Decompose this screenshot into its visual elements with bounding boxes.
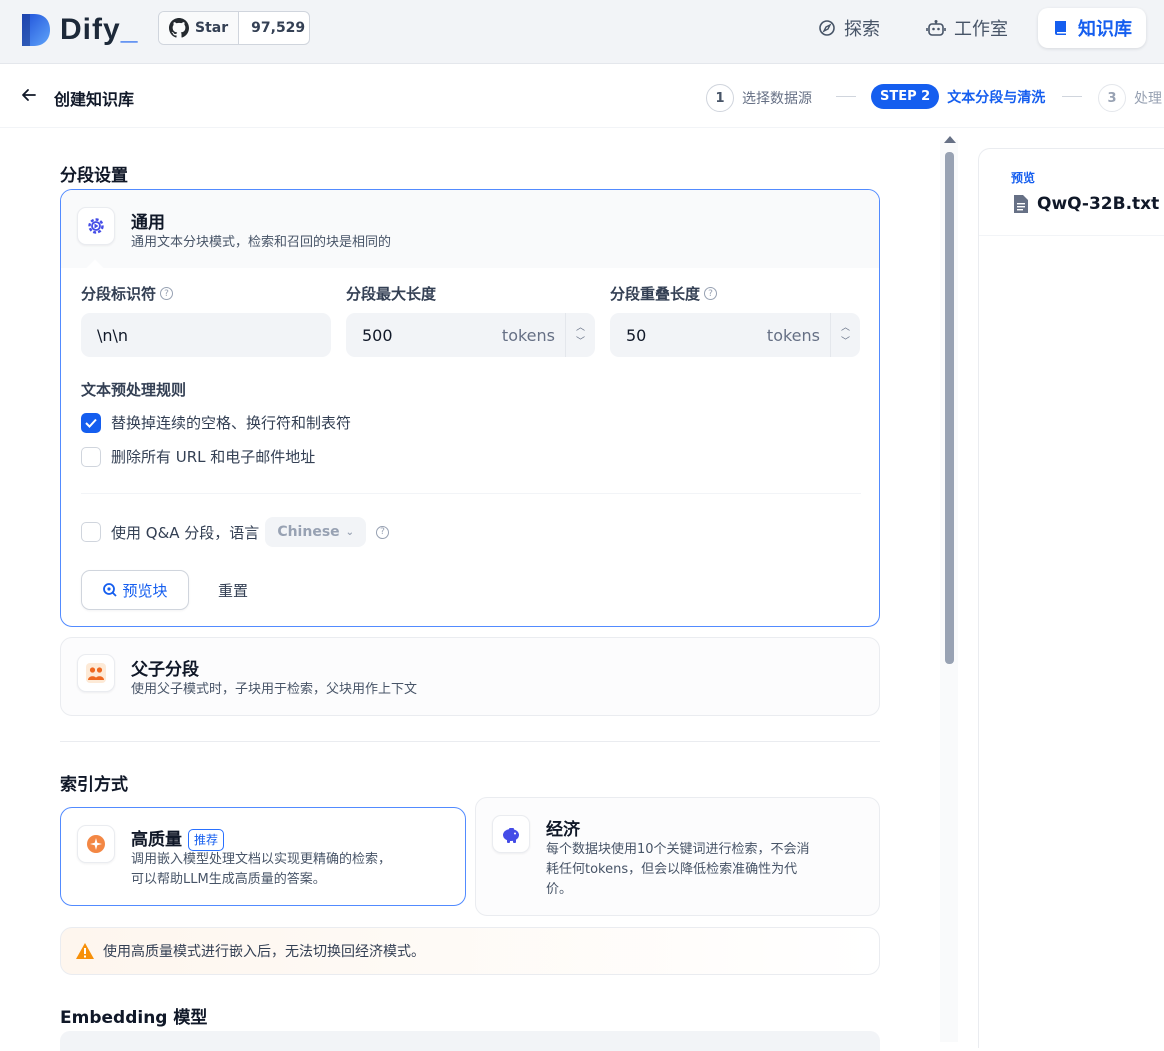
preview-label: 预览 xyxy=(1011,171,1036,185)
parent-child-title: 父子分段 xyxy=(131,660,199,680)
high-quality-title: 高质量 推荐 xyxy=(131,825,225,851)
segment-settings-title: 分段设置 xyxy=(60,166,128,186)
embedding-model-select[interactable] xyxy=(60,1031,880,1051)
max-length-label: 分段最大长度 xyxy=(346,285,437,303)
general-card-header xyxy=(61,190,879,268)
divider xyxy=(979,235,1164,236)
parent-child-icon xyxy=(77,654,115,692)
help-icon: ? xyxy=(376,525,390,539)
page-title: 创建知识库 xyxy=(54,90,135,109)
overlap-input[interactable]: 50 tokens ︿ ﹀ xyxy=(610,313,860,357)
preview-panel: 预览 QwQ-32B.txt xyxy=(978,148,1164,1048)
step-1: 1 选择数据源 xyxy=(706,84,812,112)
robot-icon xyxy=(926,20,946,36)
brand-name: Dify_ xyxy=(60,13,139,46)
star-label: Star xyxy=(195,20,229,36)
embedding-model-title: Embedding 模型 xyxy=(60,1008,208,1028)
top-bar: Dify_ Star 97,529 探索 工作室 知识库 xyxy=(0,0,1164,64)
max-length-input[interactable]: 500 tokens ︿ ﹀ xyxy=(346,313,595,357)
embedding-warning: 使用高质量模式进行嵌入后，无法切换回经济模式。 xyxy=(60,927,880,975)
dify-logo-icon xyxy=(22,14,50,46)
nav-knowledge[interactable]: 知识库 xyxy=(1038,8,1146,48)
reset-button[interactable]: 重置 xyxy=(207,570,259,610)
stepper-icon[interactable]: ︿ ﹀ xyxy=(830,313,860,357)
piggy-bank-icon xyxy=(492,815,530,853)
index-method-title: 索引方式 xyxy=(60,775,128,795)
general-chunk-card[interactable]: 通用 通用文本分块模式，检索和召回的块是相同的 分段标识符? 分段最大长度 分段… xyxy=(60,189,880,627)
nav-studio[interactable]: 工作室 xyxy=(912,8,1022,48)
preview-chunk-button[interactable]: 预览块 xyxy=(81,570,189,610)
recommend-badge: 推荐 xyxy=(188,829,225,851)
high-quality-desc: 调用嵌入模型处理文档以实现更精确的检索， 可以帮助LLM生成高质量的答案。 xyxy=(131,852,392,887)
book-icon xyxy=(1055,21,1066,35)
file-icon xyxy=(1014,195,1028,213)
nav-explore[interactable]: 探索 xyxy=(804,8,894,48)
step-3: 3 处理 xyxy=(1098,84,1162,112)
help-icon: ? xyxy=(160,287,174,300)
chevron-down-icon: ⌄ xyxy=(345,526,355,538)
delimiter-label: 分段标识符? xyxy=(81,283,174,304)
scrollbar-thumb[interactable] xyxy=(945,152,954,664)
github-star-button[interactable]: Star 97,529 xyxy=(158,11,310,45)
checkbox[interactable] xyxy=(81,446,101,467)
github-icon xyxy=(169,18,189,38)
rule-replace-spaces[interactable]: 替换掉连续的空格、换行符和制表符 xyxy=(81,412,351,433)
qa-toggle[interactable]: 使用 Q&A 分段，语言 Chinese ⌄ ? xyxy=(81,517,390,547)
overlap-label: 分段重叠长度? xyxy=(610,283,718,304)
preview-file[interactable]: QwQ-32B.txt xyxy=(1013,194,1159,214)
parent-child-chunk-card[interactable]: 父子分段 使用父子模式时，子块用于检索，父块用作上下文 xyxy=(60,637,880,716)
divider xyxy=(81,493,861,494)
help-icon: ? xyxy=(704,287,718,300)
star-count: 97,529 xyxy=(251,20,306,36)
economy-desc: 每个数据块使用10个关键词进行检索，不会消 耗任何tokens，但会以降低检索准确… xyxy=(546,842,810,897)
rules-title: 文本预处理规则 xyxy=(81,381,187,399)
stepper-icon[interactable]: ︿ ﹀ xyxy=(565,313,595,357)
checkbox-checked[interactable] xyxy=(81,412,101,433)
step-2: STEP 2 文本分段与清洗 xyxy=(871,84,1045,109)
language-select[interactable]: Chinese ⌄ xyxy=(265,517,367,547)
search-icon xyxy=(103,583,118,597)
step-divider xyxy=(1062,96,1082,97)
scroll-up-icon[interactable] xyxy=(944,136,956,143)
economy-card[interactable]: 经济 每个数据块使用10个关键词进行检索，不会消 耗任何tokens，但会以降低检… xyxy=(475,797,880,916)
dify-logo[interactable]: Dify_ xyxy=(20,12,138,48)
gear-icon xyxy=(77,207,115,245)
high-quality-card[interactable]: 高质量 推荐 调用嵌入模型处理文档以实现更精确的检索， 可以帮助LLM生成高质量的答… xyxy=(60,807,466,906)
warning-icon xyxy=(76,943,94,959)
rule-remove-urls[interactable]: 删除所有 URL 和电子邮件地址 xyxy=(81,446,315,467)
sparkle-icon xyxy=(77,825,115,863)
delimiter-input[interactable]: \n\n xyxy=(81,313,331,357)
checkbox[interactable] xyxy=(81,522,101,542)
general-title: 通用 xyxy=(131,213,165,233)
step-divider xyxy=(836,96,856,97)
parent-child-desc: 使用父子模式时，子块用于检索，父块用作上下文 xyxy=(131,682,418,697)
arrow-left-icon[interactable] xyxy=(20,86,38,109)
general-desc: 通用文本分块模式，检索和召回的块是相同的 xyxy=(131,235,392,250)
compass-icon xyxy=(819,20,835,36)
economy-title: 经济 xyxy=(546,820,580,840)
divider xyxy=(60,741,880,742)
